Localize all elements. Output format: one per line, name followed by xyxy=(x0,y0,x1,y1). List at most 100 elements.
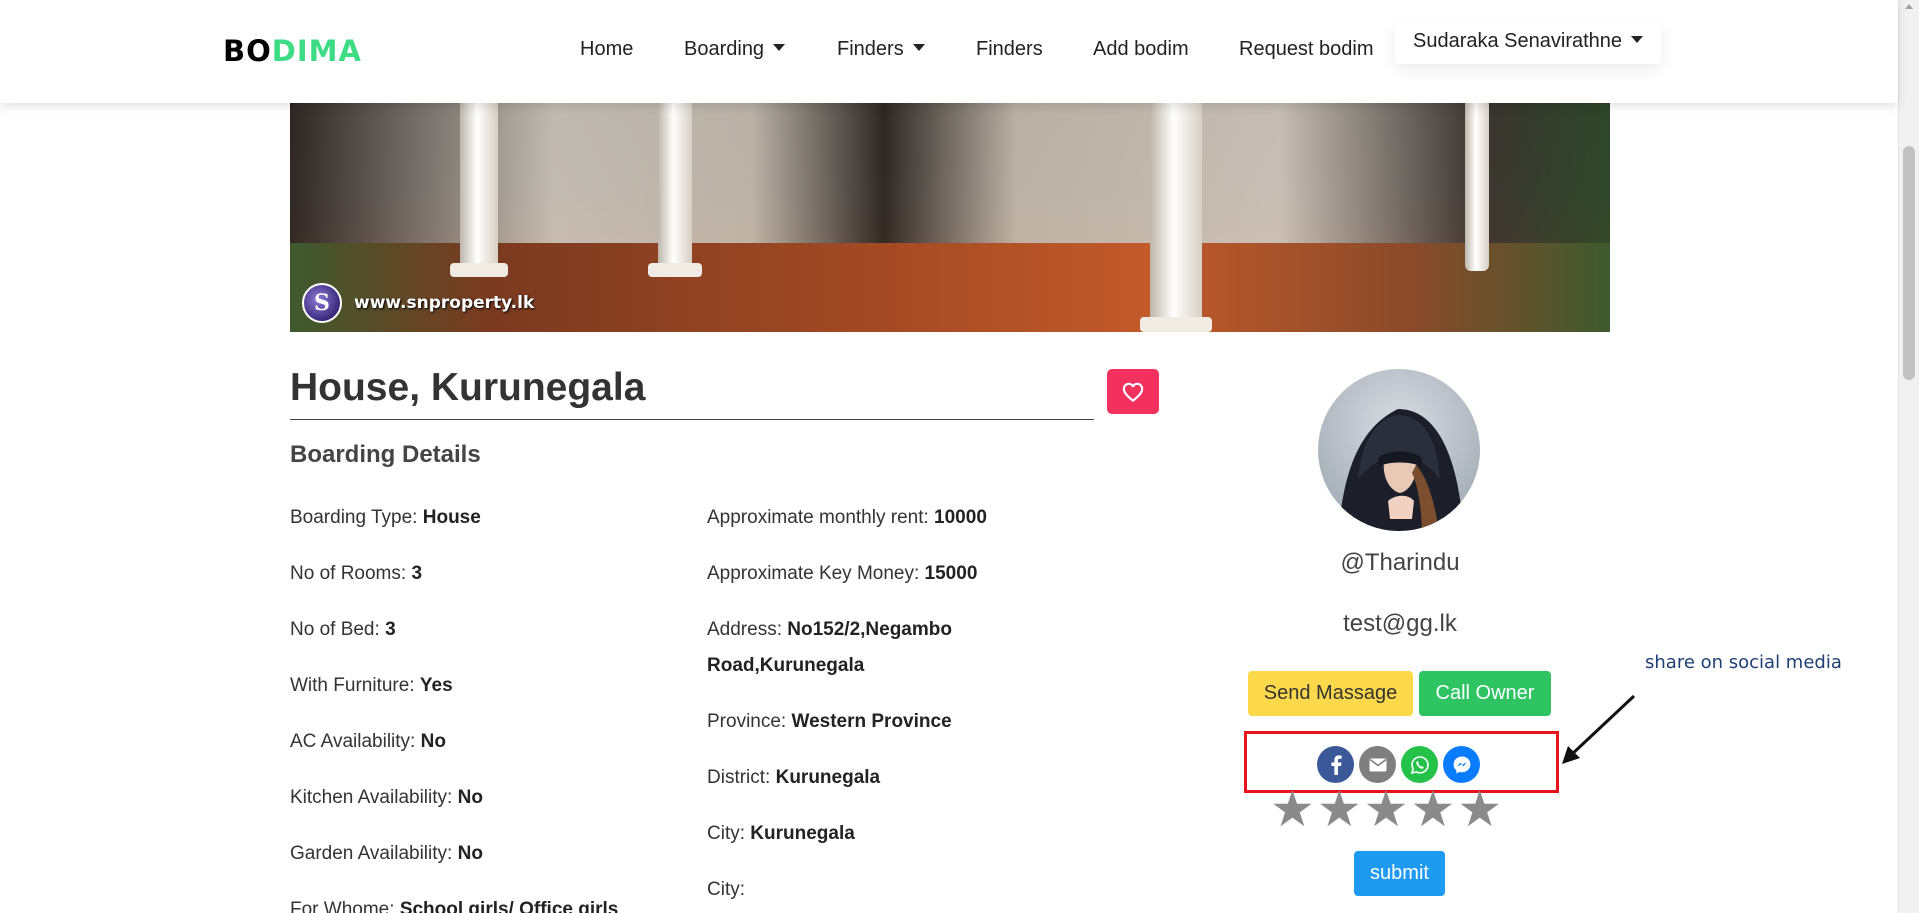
detail-label: Province: xyxy=(707,711,787,732)
detail-value: Yes xyxy=(419,675,453,696)
nav-boarding-dropdown[interactable]: Boarding xyxy=(684,38,786,61)
detail-value: No xyxy=(457,843,483,864)
detail-boarding-type: Boarding Type: House xyxy=(290,500,481,536)
image-pillar xyxy=(460,103,498,271)
detail-label: Address: xyxy=(707,619,782,640)
rating-star[interactable]: ★ xyxy=(1317,781,1364,837)
submit-rating-button[interactable]: submit xyxy=(1354,851,1445,896)
image-pillar xyxy=(1465,103,1489,271)
rating-star[interactable]: ★ xyxy=(1410,781,1457,837)
image-watermark: S www.snproperty.lk xyxy=(302,283,534,323)
image-pillar-base xyxy=(1140,317,1212,332)
detail-kitchen: Kitchen Availability: No xyxy=(290,780,483,816)
call-owner-button[interactable]: Call Owner xyxy=(1419,671,1551,716)
detail-label: No of Rooms: xyxy=(290,563,407,584)
detail-beds: No of Bed: 3 xyxy=(290,612,396,648)
nav-finders-dropdown-label: Finders xyxy=(837,38,904,60)
user-name: Sudaraka Senavirathne xyxy=(1413,30,1623,52)
detail-value: 3 xyxy=(411,563,423,584)
rating-stars[interactable]: ★★★★★ xyxy=(1270,780,1504,838)
detail-value: House xyxy=(422,507,481,528)
nav-boarding-label: Boarding xyxy=(684,38,765,60)
detail-value: Kurunegala xyxy=(775,767,881,788)
detail-value: 3 xyxy=(385,619,396,640)
detail-city: City: Kurunegala xyxy=(707,816,855,852)
detail-label: For Whome: xyxy=(290,899,395,913)
brand-part-2: DIMA xyxy=(271,34,362,68)
detail-value: Road,Kurunegala xyxy=(707,655,865,676)
detail-value: Western Province xyxy=(791,711,952,732)
detail-address-line-2: Road,Kurunegala xyxy=(707,648,864,684)
whatsapp-icon xyxy=(1410,755,1429,774)
send-message-label: Send Massage xyxy=(1263,682,1398,704)
facebook-icon xyxy=(1330,754,1342,775)
favorite-button[interactable] xyxy=(1107,369,1159,414)
image-pillar xyxy=(658,103,692,271)
detail-value: School girls/ Office girls xyxy=(399,899,619,913)
nav-home[interactable]: Home xyxy=(580,38,633,61)
share-annotation-label: share on social media xyxy=(1645,652,1842,673)
brand-logo[interactable]: BODIMA xyxy=(223,34,362,68)
detail-monthly-rent: Approximate monthly rent: 10000 xyxy=(707,500,987,536)
caret-down-icon xyxy=(773,44,786,51)
section-heading: Boarding Details xyxy=(290,441,481,468)
nav-add-label: Add bodim xyxy=(1093,38,1189,60)
detail-value: No xyxy=(457,787,483,808)
detail-city-2: City: xyxy=(707,872,745,908)
send-message-button[interactable]: Send Massage xyxy=(1248,671,1413,716)
image-pillar-base xyxy=(450,263,508,277)
nav-finders[interactable]: Finders xyxy=(976,38,1043,61)
nav-finders-dropdown[interactable]: Finders xyxy=(837,38,925,61)
detail-label: City: xyxy=(707,879,745,900)
detail-furniture: With Furniture: Yes xyxy=(290,668,453,704)
detail-rooms: No of Rooms: 3 xyxy=(290,556,422,592)
caret-down-icon xyxy=(912,44,925,51)
detail-garden: Garden Availability: No xyxy=(290,836,483,872)
email-share-button[interactable] xyxy=(1359,746,1396,783)
detail-label: Garden Availability: xyxy=(290,843,453,864)
owner-username: @Tharindu xyxy=(1340,549,1460,576)
whatsapp-share-button[interactable] xyxy=(1401,746,1438,783)
navbar: BODIMA Home Boarding Finders Finders Add… xyxy=(0,0,1898,103)
detail-district: District: Kurunegala xyxy=(707,760,880,796)
rating-star[interactable]: ★ xyxy=(1270,781,1317,837)
detail-value: No xyxy=(420,731,446,752)
brand-part-1: BO xyxy=(223,34,272,68)
user-menu-dropdown[interactable]: Sudaraka Senavirathne xyxy=(1395,20,1661,64)
avatar-image xyxy=(1338,409,1464,531)
caret-down-icon xyxy=(1631,36,1644,43)
listing-title: House, Kurunegala xyxy=(290,366,1094,420)
detail-value: 15000 xyxy=(924,563,978,584)
detail-label: Kitchen Availability: xyxy=(290,787,453,808)
nav-request-bodim[interactable]: Request bodim xyxy=(1239,38,1374,61)
submit-label: submit xyxy=(1370,862,1429,884)
nav-add-bodim[interactable]: Add bodim xyxy=(1093,38,1189,61)
scrollbar-thumb[interactable] xyxy=(1903,146,1915,380)
messenger-share-button[interactable] xyxy=(1443,746,1480,783)
detail-province: Province: Western Province xyxy=(707,704,952,740)
detail-for-whome: For Whome: School girls/ Office girls xyxy=(290,892,618,913)
nav-finders-label: Finders xyxy=(976,38,1043,60)
image-pillar xyxy=(1150,103,1202,325)
rating-star[interactable]: ★ xyxy=(1457,781,1504,837)
detail-value: No152/2,Negambo xyxy=(787,619,952,640)
owner-avatar xyxy=(1318,369,1480,531)
detail-label: City: xyxy=(707,823,745,844)
rating-star[interactable]: ★ xyxy=(1364,781,1411,837)
detail-address: Address: No152/2,Negambo xyxy=(707,612,952,648)
call-owner-label: Call Owner xyxy=(1435,682,1535,704)
detail-key-money: Approximate Key Money: 15000 xyxy=(707,556,977,592)
vertical-scrollbar[interactable] xyxy=(1898,0,1919,913)
heart-icon xyxy=(1122,382,1144,402)
email-icon xyxy=(1369,758,1386,771)
arrow-icon xyxy=(1562,694,1636,764)
facebook-share-button[interactable] xyxy=(1317,746,1354,783)
scroll-up-icon[interactable] xyxy=(1905,4,1913,9)
owner-email: test@gg.lk xyxy=(1343,610,1457,637)
detail-value: Kurunegala xyxy=(750,823,855,844)
detail-label: Approximate monthly rent: xyxy=(707,507,929,528)
detail-label: No of Bed: xyxy=(290,619,380,640)
detail-label: District: xyxy=(707,767,771,788)
detail-label: Boarding Type: xyxy=(290,507,418,528)
detail-label: Approximate Key Money: xyxy=(707,563,920,584)
